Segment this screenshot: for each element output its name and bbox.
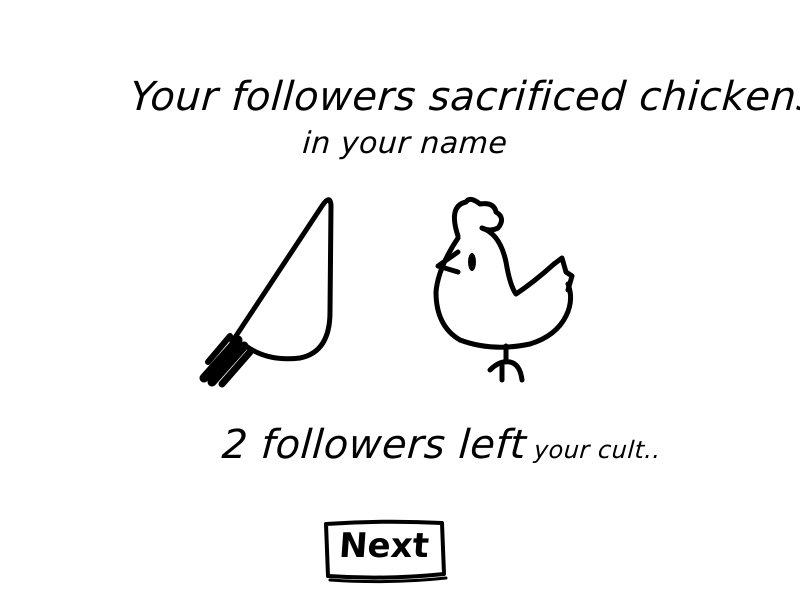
next-button-label: Next: [337, 526, 431, 566]
followers-lost-suffix: your cult..: [524, 436, 662, 464]
next-button[interactable]: Next: [320, 518, 448, 584]
game-screen: Your followers sacrificed chickens in yo…: [0, 0, 800, 600]
knife-icon: [199, 197, 334, 388]
followers-lost-message: 2 followers left your cult..: [220, 422, 662, 468]
chicken-icon: [433, 196, 575, 383]
followers-lost-main: 2 followers left: [220, 422, 528, 468]
event-illustration: [199, 196, 575, 388]
